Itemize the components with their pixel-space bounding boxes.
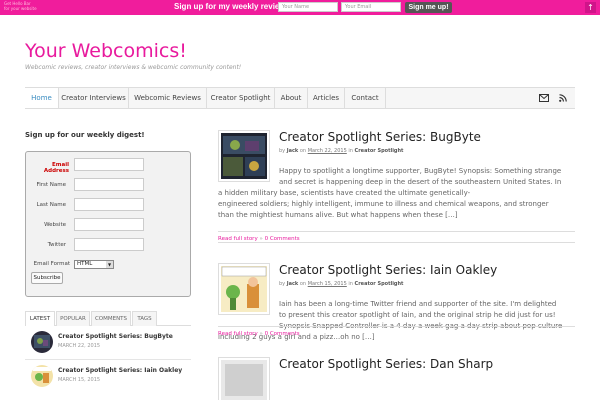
nav-articles[interactable]: Articles	[308, 88, 345, 108]
post-author[interactable]: Jack	[287, 281, 299, 287]
first-name-label: First Name	[36, 182, 66, 188]
tab-popular[interactable]: POPULAR	[56, 311, 90, 326]
post-thumbnail	[31, 365, 53, 387]
post-excerpt-line: Iain has been a long-time Twitter friend…	[279, 300, 557, 308]
sidebar-post[interactable]: Creator Spotlight Series: BugByte MARCH …	[31, 331, 191, 357]
email-label: Email Address	[43, 162, 69, 174]
last-name-label: Last Name	[36, 202, 66, 208]
hello-bar-brand[interactable]: Get Hello Bar for your website	[4, 1, 37, 11]
post-excerpt-line: engineered soldiers; highly intelligent,…	[218, 200, 549, 208]
twitter-field[interactable]	[74, 238, 144, 251]
post-meta: by Jack on March 15, 2015 in Creator Spo…	[279, 281, 404, 287]
post-card: Creator Spotlight Series: Dan Sharp	[218, 357, 575, 400]
post-excerpt-line: than the mightiest humans alive. But wha…	[218, 211, 458, 219]
post-category[interactable]: Creator Spotlight	[355, 148, 404, 154]
post-author[interactable]: Jack	[287, 148, 299, 154]
hello-bar-name-input[interactable]: Your Name	[278, 2, 338, 12]
first-name-field[interactable]	[74, 178, 144, 191]
read-more-link[interactable]: Read full story	[218, 331, 258, 337]
comments-link[interactable]: 0 Comments	[265, 331, 300, 337]
nav-webcomic-reviews[interactable]: Webcomic Reviews	[129, 88, 207, 108]
subscribe-button[interactable]: Subscribe	[31, 272, 63, 284]
post-footer: Read full story » 0 Comments	[218, 326, 575, 338]
divider	[25, 359, 191, 360]
envelope-icon[interactable]	[539, 94, 549, 104]
divider	[218, 242, 575, 243]
site-description: Webcomic reviews, creator interviews & w…	[25, 64, 242, 71]
sidebar-post-title[interactable]: Creator Spotlight Series: BugByte	[58, 333, 173, 340]
tab-comments[interactable]: COMMENTS	[91, 311, 131, 326]
hello-bar-email-input[interactable]: Your Email	[341, 2, 401, 12]
sidebar-post[interactable]: Creator Spotlight Series: Iain Oakley MA…	[31, 365, 191, 391]
main-nav: Home Creator Interviews Webcomic Reviews…	[25, 87, 575, 109]
sidebar-post-date: MARCH 15, 2015	[58, 377, 101, 383]
nav-creator-spotlight[interactable]: Creator Spotlight	[207, 88, 275, 108]
hello-bar: Get Hello Bar for your website Sign up f…	[0, 0, 600, 15]
post-excerpt-line: and secret is happening deep in the dese…	[279, 178, 562, 186]
post-excerpt-line: Happy to spotlight a longtime supporter,…	[279, 167, 562, 175]
tab-latest[interactable]: LATEST	[25, 311, 55, 326]
sidebar-tabs: LATEST POPULAR COMMENTS TAGS	[25, 311, 191, 326]
email-field[interactable]	[74, 158, 144, 171]
post-date[interactable]: March 15, 2015	[308, 281, 347, 287]
chevron-down-icon: ▼	[106, 261, 113, 268]
nav-about[interactable]: About	[275, 88, 308, 108]
rss-icon[interactable]	[559, 94, 567, 104]
tab-tags[interactable]: TAGS	[132, 311, 157, 326]
website-label: Website	[44, 222, 66, 228]
post-title[interactable]: Creator Spotlight Series: BugByte	[279, 130, 481, 144]
post-date[interactable]: March 22, 2015	[308, 148, 347, 154]
nav-contact[interactable]: Contact	[345, 88, 386, 108]
last-name-field[interactable]	[74, 198, 144, 211]
sidebar-post-title[interactable]: Creator Spotlight Series: Iain Oakley	[58, 367, 182, 374]
post-excerpt-line: a hidden military base, scientists have …	[218, 189, 471, 197]
email-format-select[interactable]: HTML ▼	[74, 260, 114, 269]
post-meta: by Jack on March 22, 2015 in Creator Spo…	[279, 148, 404, 154]
post-thumbnail[interactable]	[218, 130, 270, 182]
post-excerpt-line: to present this creator spotlight of Iai…	[279, 311, 556, 319]
sidebar-post-date: MARCH 22, 2015	[58, 343, 101, 349]
post-title[interactable]: Creator Spotlight Series: Dan Sharp	[279, 357, 493, 371]
post-thumbnail[interactable]	[218, 357, 270, 400]
post-title[interactable]: Creator Spotlight Series: Iain Oakley	[279, 263, 497, 277]
nav-home[interactable]: Home	[25, 88, 59, 108]
collapse-arrow-icon[interactable]: ↑	[585, 2, 596, 13]
digest-signup-form: Email Address First Name Last Name Websi…	[25, 151, 191, 297]
post-category[interactable]: Creator Spotlight	[355, 281, 404, 287]
post-card: Creator Spotlight Series: Iain Oakley by…	[218, 263, 575, 343]
website-field[interactable]	[74, 218, 144, 231]
post-thumbnail[interactable]	[218, 263, 270, 315]
site-title[interactable]: Your Webcomics!	[25, 40, 187, 62]
post-card: Creator Spotlight Series: BugByte by Jac…	[218, 130, 575, 245]
digest-signup-title: Sign up for our weekly digest!	[25, 131, 145, 139]
nav-creator-interviews[interactable]: Creator Interviews	[59, 88, 129, 108]
post-thumbnail	[31, 331, 53, 353]
twitter-label: Twitter	[47, 242, 66, 248]
hello-bar-signup-button[interactable]: Sign me up!	[405, 2, 452, 13]
email-format-label: Email Format	[33, 261, 70, 267]
